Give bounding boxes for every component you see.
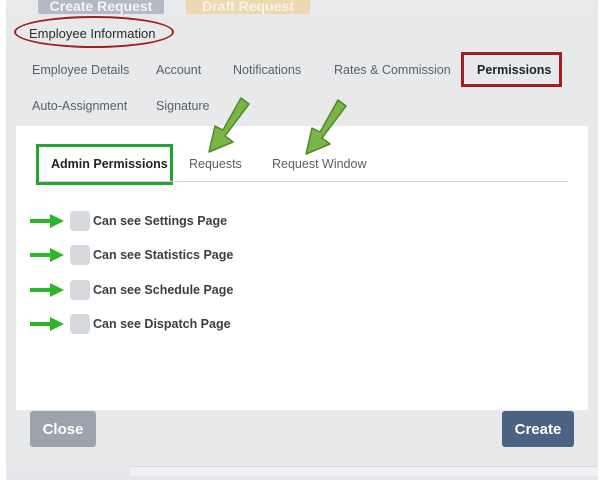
checkbox-row-settings: Can see Settings Page [30, 210, 227, 232]
green-arrow-down-icon [305, 99, 347, 155]
schedule-page-label: Can see Schedule Page [93, 283, 234, 297]
modal-title: Employee Information [29, 26, 156, 41]
tab-account[interactable]: Account [156, 63, 201, 77]
settings-page-checkbox[interactable] [70, 211, 90, 231]
tab-employee-details[interactable]: Employee Details [32, 63, 129, 77]
create-button[interactable]: Create [502, 411, 574, 447]
permissions-panel: Admin Permissions Requests Request Windo… [16, 126, 588, 410]
green-arrow-right-icon [30, 283, 64, 297]
employee-information-modal: Employee Information Employee Details Ac… [6, 14, 598, 466]
green-arrow-down-icon [208, 97, 250, 153]
green-arrow-right-icon [30, 214, 64, 228]
schedule-page-checkbox[interactable] [70, 280, 90, 300]
tab-auto-assignment[interactable]: Auto-Assignment [32, 99, 127, 113]
tab-rates-commission[interactable]: Rates & Commission [334, 63, 451, 77]
statistics-page-label: Can see Statistics Page [93, 248, 234, 262]
background-draft-request-button: Draft Request [186, 0, 310, 14]
tab-signature[interactable]: Signature [156, 99, 210, 113]
settings-page-label: Can see Settings Page [93, 214, 228, 228]
tab-notifications[interactable]: Notifications [233, 63, 301, 77]
checkbox-row-statistics: Can see Statistics Page [30, 244, 233, 266]
subtab-request-window[interactable]: Request Window [272, 157, 367, 171]
green-arrow-right-icon [30, 248, 64, 262]
subtab-admin-permissions[interactable]: Admin Permissions [51, 157, 168, 171]
dispatch-page-label: Can see Dispatch Page [93, 317, 231, 331]
green-arrow-right-icon [30, 317, 64, 331]
statistics-page-checkbox[interactable] [70, 245, 90, 265]
background-footer-inner [130, 466, 598, 476]
checkbox-row-dispatch: Can see Dispatch Page [30, 313, 231, 335]
checkbox-row-schedule: Can see Schedule Page [30, 279, 233, 301]
subtab-requests[interactable]: Requests [189, 157, 242, 171]
subtab-underline [41, 181, 568, 182]
close-button[interactable]: Close [30, 411, 96, 447]
background-create-request-button: Create Request [38, 0, 164, 14]
tab-permissions[interactable]: Permissions [477, 63, 551, 77]
dispatch-page-checkbox[interactable] [70, 314, 90, 334]
